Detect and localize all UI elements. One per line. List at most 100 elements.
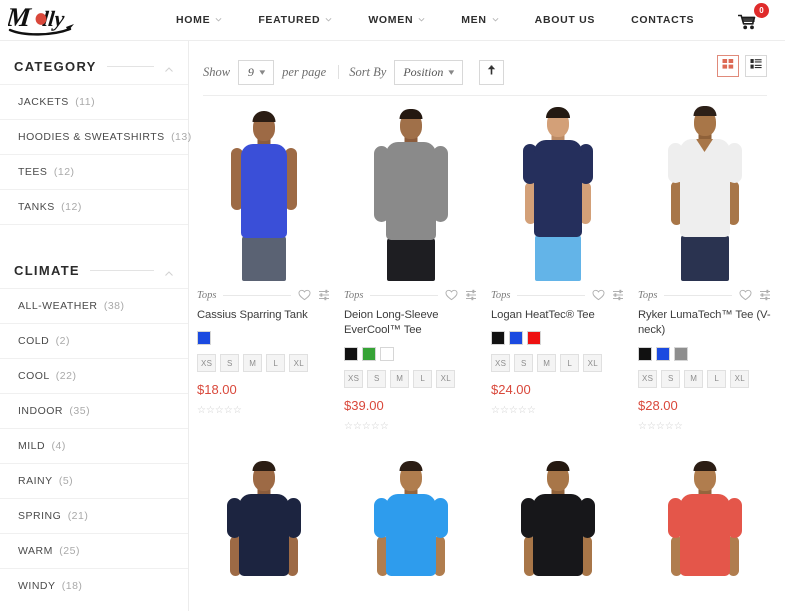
filter-label: WARM (18, 545, 53, 557)
size-option[interactable]: L (707, 369, 727, 388)
size-option[interactable]: M (390, 369, 410, 388)
product-image[interactable] (638, 96, 771, 281)
cart-button[interactable]: 0 (737, 3, 769, 36)
color-swatch[interactable] (527, 331, 541, 346)
size-option[interactable]: M (243, 354, 263, 373)
size-option[interactable]: S (367, 369, 387, 388)
rating-stars[interactable]: ☆☆☆☆☆ (491, 405, 624, 416)
filter-count: (35) (69, 405, 91, 417)
compare-sliders-icon[interactable] (612, 289, 624, 301)
color-swatch[interactable] (362, 346, 376, 361)
product-image[interactable] (197, 96, 330, 281)
filter-item-hoodies-sweatshirts[interactable]: HOODIES & SWEATSHIRTS (13) (0, 119, 191, 154)
main-navigation: HOME FEATURED WOMEN MEN ABOUT US CONTACT… (158, 14, 712, 26)
product-image[interactable] (491, 455, 624, 576)
compare-sliders-icon[interactable] (318, 289, 330, 301)
chevron-up-icon[interactable] (164, 266, 174, 276)
nav-item-home[interactable]: HOME (158, 14, 240, 26)
filter-item-windy[interactable]: WINDY (18) (0, 568, 188, 603)
color-swatch[interactable] (380, 346, 394, 361)
product-image[interactable] (344, 96, 477, 281)
heart-icon[interactable] (739, 289, 752, 301)
size-option[interactable]: XS (638, 369, 658, 388)
filter-header-climate[interactable]: CLIMATE (0, 245, 188, 288)
chevron-down-icon: ▾ (259, 66, 266, 77)
heart-icon[interactable] (298, 289, 311, 301)
size-option[interactable]: XL (289, 354, 309, 373)
color-swatch[interactable] (656, 346, 670, 361)
filter-item-cool[interactable]: COOL (22) (0, 358, 188, 393)
size-options: XS S M L XL (344, 369, 477, 388)
product-name[interactable]: Deion Long-Sleeve EverCool™ Tee (344, 308, 477, 339)
per-page-select[interactable]: 9 ▾ (238, 59, 275, 85)
sort-direction-button[interactable] (478, 59, 504, 85)
rating-stars[interactable]: ☆☆☆☆☆ (197, 405, 330, 416)
divider (223, 294, 291, 296)
filter-item-all-weather[interactable]: ALL-WEATHER (38) (0, 288, 188, 323)
filter-item-jackets[interactable]: JACKETS (11) (0, 84, 188, 119)
nav-item-featured[interactable]: FEATURED (240, 14, 350, 26)
divider (370, 294, 438, 296)
filter-item-indoor[interactable]: INDOOR (35) (0, 393, 188, 428)
size-option[interactable]: S (220, 354, 240, 373)
size-option[interactable]: L (413, 369, 433, 388)
size-option[interactable]: XL (583, 354, 603, 373)
model-figure (510, 456, 606, 576)
filter-item-warm[interactable]: WARM (25) (0, 533, 188, 568)
size-option[interactable]: XS (197, 354, 217, 373)
filter-item-tanks[interactable]: TANKS (12) (0, 189, 188, 224)
filter-item-cold[interactable]: COLD (2) (0, 323, 188, 358)
size-option[interactable]: S (661, 369, 681, 388)
filter-item-tees[interactable]: TEES (12) (0, 154, 188, 189)
nav-item-about-us[interactable]: ABOUT US (517, 14, 613, 26)
size-option[interactable]: XL (730, 369, 750, 388)
size-option[interactable]: L (266, 354, 286, 373)
size-options: XS S M L XL (197, 354, 330, 373)
product-price: $18.00 (197, 382, 237, 398)
size-option[interactable]: M (684, 369, 704, 388)
product-card (483, 455, 630, 576)
size-option[interactable]: L (560, 354, 580, 373)
heart-icon[interactable] (445, 289, 458, 301)
product-card-header: Tops (491, 281, 624, 301)
product-image[interactable] (638, 455, 771, 576)
nav-item-contacts[interactable]: CONTACTS (613, 14, 712, 26)
rating-stars[interactable]: ☆☆☆☆☆ (638, 421, 771, 432)
brand-logo[interactable]: M lly (8, 2, 96, 38)
grid-view-button[interactable] (717, 55, 739, 77)
size-option[interactable]: XL (436, 369, 456, 388)
size-option[interactable]: S (514, 354, 534, 373)
color-swatch[interactable] (674, 346, 688, 361)
filter-item-rainy[interactable]: RAINY (5) (0, 463, 188, 498)
compare-sliders-icon[interactable] (465, 289, 477, 301)
filter-item-mild[interactable]: MILD (4) (0, 428, 188, 463)
product-image[interactable] (344, 455, 477, 576)
product-price: $39.00 (344, 397, 384, 413)
product-name[interactable]: Ryker LumaTech™ Tee (V-neck) (638, 308, 771, 339)
filter-header-category[interactable]: CATEGORY (0, 41, 188, 84)
color-swatch[interactable] (491, 331, 505, 346)
size-option[interactable]: M (537, 354, 557, 373)
size-option[interactable]: XS (491, 354, 511, 373)
heart-icon[interactable] (592, 289, 605, 301)
nav-item-women[interactable]: WOMEN (350, 14, 443, 26)
filter-title: CATEGORY (14, 59, 97, 74)
product-name[interactable]: Logan HeatTec® Tee (491, 308, 624, 323)
chevron-up-icon[interactable] (164, 62, 174, 72)
color-swatch[interactable] (509, 331, 523, 346)
color-swatch[interactable] (344, 346, 358, 361)
product-image[interactable] (197, 455, 330, 576)
color-swatch[interactable] (638, 346, 652, 361)
list-view-button[interactable] (745, 55, 767, 77)
nav-item-men[interactable]: MEN (443, 14, 516, 26)
filter-item-spring[interactable]: SPRING (21) (0, 498, 188, 533)
compare-sliders-icon[interactable] (759, 289, 771, 301)
filter-label: TEES (18, 166, 48, 178)
product-name[interactable]: Cassius Sparring Tank (197, 308, 330, 323)
filter-label: SPRING (18, 510, 62, 522)
product-image[interactable] (491, 96, 624, 281)
sort-by-select[interactable]: Position ▾ (394, 59, 463, 85)
color-swatch[interactable] (197, 331, 211, 346)
size-option[interactable]: XS (344, 369, 364, 388)
rating-stars[interactable]: ☆☆☆☆☆ (344, 421, 477, 432)
